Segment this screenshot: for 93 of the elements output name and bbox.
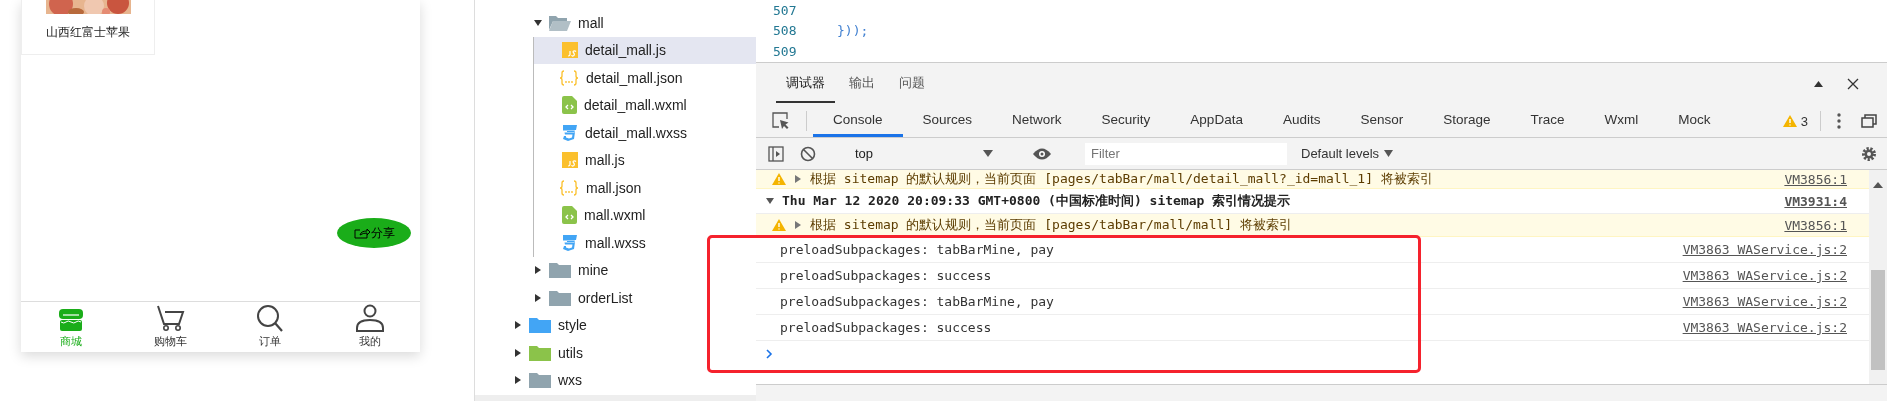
panel-tab[interactable]: 输出 — [839, 65, 885, 103]
warning-count[interactable]: 3 — [1776, 105, 1814, 137]
panel-tab[interactable]: 调试器 — [776, 65, 835, 103]
devtools-tab[interactable]: Trace — [1510, 105, 1585, 137]
devtools-tab[interactable]: Security — [1081, 105, 1171, 137]
devtools-tab[interactable]: Sources — [902, 105, 993, 137]
folder-item[interactable]: mine — [475, 256, 756, 284]
cart-icon — [155, 304, 186, 332]
message-text: preloadSubpackages: tabBarMine, pay — [780, 294, 1055, 309]
collapsed-arrow-icon[interactable] — [534, 293, 542, 302]
css-file-icon — [562, 123, 578, 142]
message-text: preloadSubpackages: success — [780, 320, 993, 335]
file-item[interactable]: mall.js — [534, 146, 756, 174]
source-link[interactable]: VM3856:1 — [1784, 171, 1847, 187]
product-name: 山西红富士苹果 — [46, 24, 130, 41]
expanded-arrow-icon[interactable] — [534, 18, 542, 27]
code-line: })); — [837, 23, 869, 39]
search-icon — [255, 304, 286, 332]
devtools-tab[interactable]: Sensor — [1340, 105, 1424, 137]
file-item[interactable]: detail_mall.json — [534, 64, 756, 92]
folder-item[interactable]: mall — [475, 9, 756, 37]
share-icon — [353, 227, 370, 239]
braces-file-icon — [559, 69, 579, 86]
levels-dropdown[interactable]: Default levels — [1295, 145, 1400, 162]
warning-icon — [772, 173, 786, 185]
filter-field[interactable]: Filter — [1085, 142, 1287, 165]
folder-item[interactable]: orderList — [475, 284, 756, 312]
dropdown-arrow-icon — [983, 150, 993, 157]
panel-tab[interactable]: 问题 — [889, 65, 935, 103]
js-file-icon — [562, 42, 578, 59]
close-icon — [1847, 78, 1859, 90]
collapsed-arrow-icon[interactable] — [514, 376, 522, 385]
braces-file-icon — [559, 179, 579, 196]
source-link[interactable]: VM3856:1 — [1784, 217, 1847, 233]
source-link[interactable]: VM3863 WAService.js:2 — [1682, 320, 1847, 335]
product-card[interactable]: 山西红富士苹果 — [21, 0, 155, 55]
devtools-tab[interactable]: Wxml — [1584, 105, 1659, 137]
up-triangle-icon — [1873, 182, 1883, 188]
source-link[interactable]: VM3863 WAService.js:2 — [1682, 294, 1847, 309]
devtools-tab[interactable]: Storage — [1423, 105, 1511, 137]
file-item[interactable]: detail_mall.wxml — [534, 91, 756, 119]
dropdown-arrow-icon — [1384, 150, 1394, 157]
file-item[interactable]: mall.wxml — [534, 201, 756, 229]
file-item[interactable]: mall.json — [534, 174, 756, 202]
file-item[interactable]: detail_mall.js — [534, 36, 756, 64]
collapsed-arrow-icon[interactable] — [514, 348, 522, 357]
devtools-tab[interactable]: Mock — [1658, 105, 1731, 137]
blocked-icon — [800, 145, 816, 162]
devtools-tab[interactable]: AppData — [1170, 105, 1263, 137]
up-triangle-icon — [1814, 81, 1823, 87]
collapsed-arrow-icon[interactable] — [534, 266, 542, 275]
message-text: preloadSubpackages: tabBarMine, pay — [780, 242, 1055, 257]
message-text: preloadSubpackages: success — [780, 268, 993, 283]
share-button[interactable]: 分享 — [337, 218, 411, 248]
windows-icon — [1861, 114, 1877, 128]
settings-icon — [1861, 145, 1877, 162]
eye-icon — [1032, 147, 1052, 160]
devtools-tab[interactable]: Audits — [1262, 105, 1341, 137]
code-file-icon — [562, 96, 577, 115]
message-text: 根据 sitemap 的默认规则，当前页面 [pages/tabBar/mall/mall] 将被索引 — [810, 216, 1293, 234]
store-icon — [57, 308, 84, 332]
devtools-tab[interactable]: Network — [992, 105, 1082, 137]
prompt-chevron-icon — [766, 349, 773, 359]
source-link[interactable]: VM3863 WAService.js:2 — [1682, 268, 1847, 283]
message-text: Thu Mar 12 2020 20:09:33 GMT+0800 (中国标准时间) sitemap 索引情况提示 — [782, 192, 1292, 210]
file-item[interactable]: mall.wxss — [534, 229, 756, 257]
folder-item[interactable]: utils — [475, 339, 756, 367]
scrollbar[interactable] — [1869, 170, 1887, 384]
line-number: 508 — [773, 23, 797, 39]
code-file-icon — [562, 206, 577, 225]
folder-item[interactable]: wxs — [475, 366, 756, 394]
source-link[interactable]: VM3863 WAService.js:2 — [1682, 242, 1847, 257]
tab-bar-item[interactable]: 订单 — [220, 302, 321, 352]
cursor-icon — [772, 112, 790, 130]
person-icon — [355, 304, 386, 332]
source-link[interactable]: VM3931:4 — [1784, 193, 1847, 209]
file-item[interactable]: detail_mall.wxss — [534, 119, 756, 147]
context-select[interactable]: top — [849, 144, 999, 163]
warning-icon — [1782, 115, 1797, 127]
warning-icon — [772, 219, 786, 231]
tab-bar-item[interactable]: 购物车 — [120, 302, 221, 352]
message-text: 根据 sitemap 的默认规则，当前页面 [pages/tabBar/mall/detail_mall?_id=mall_1] 将被索引 — [810, 170, 1434, 188]
css-file-icon — [562, 233, 578, 252]
tab-bar-item[interactable]: 我的 — [320, 302, 420, 352]
line-number: 507 — [773, 2, 797, 18]
kebab-icon — [1837, 113, 1841, 129]
collapsed-arrow-icon[interactable] — [514, 321, 522, 330]
devtools-tab[interactable]: Console — [813, 105, 903, 137]
expanded-arrow-icon[interactable] — [766, 197, 774, 205]
sidebar-icon — [768, 145, 784, 162]
line-number: 509 — [773, 44, 797, 60]
folder-item[interactable]: style — [475, 311, 756, 339]
js-file-icon — [562, 152, 578, 169]
